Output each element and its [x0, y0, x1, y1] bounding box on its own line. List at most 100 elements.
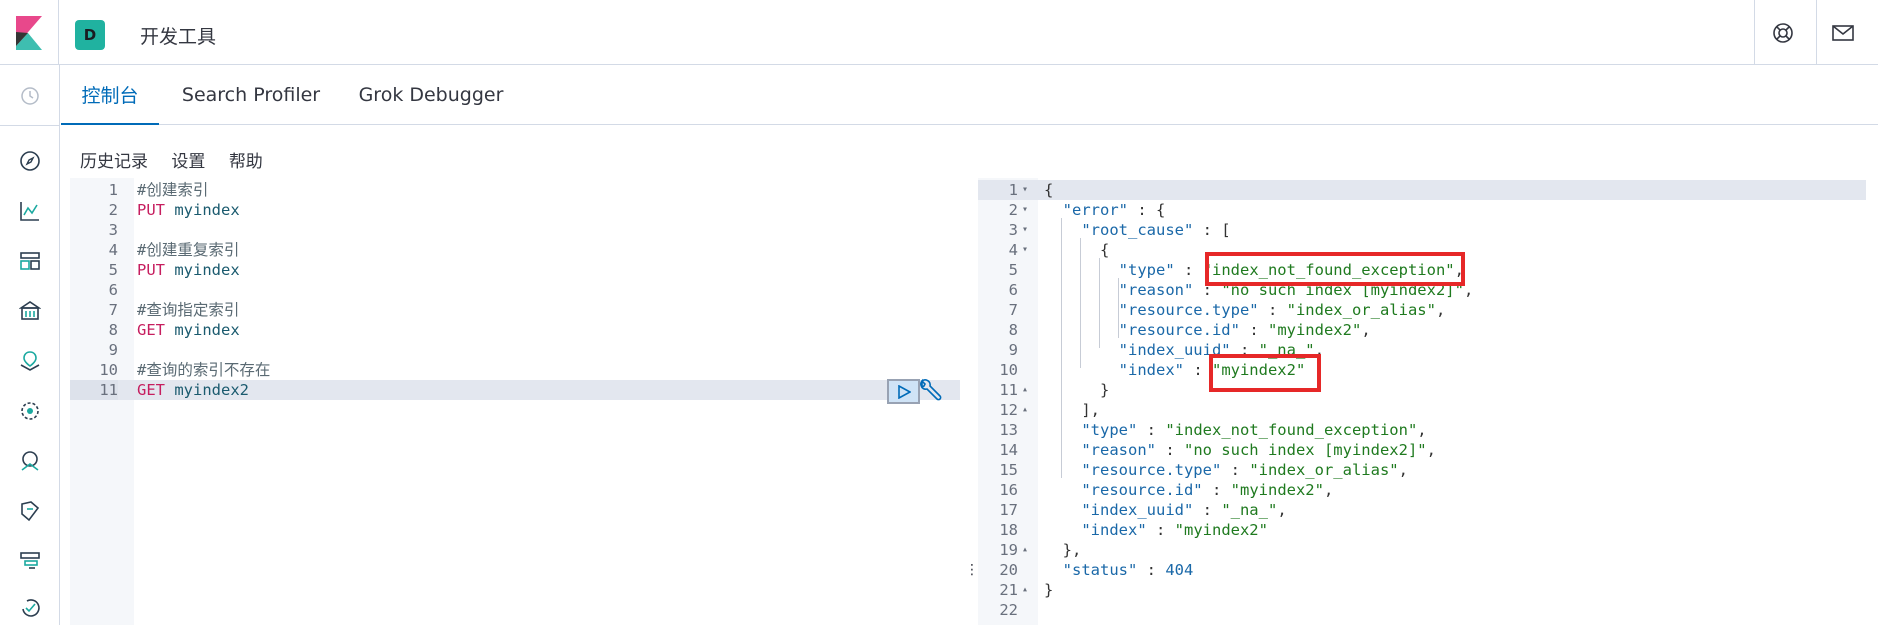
- line-number: 19: [999, 541, 1018, 559]
- fold-toggle-icon[interactable]: ▴: [1022, 380, 1028, 400]
- code-text: PUT myindex: [137, 261, 240, 279]
- response-line: 16 "resource.id" : "myindex2",: [978, 480, 1866, 500]
- response-line: 14 "reason" : "no such index [myindex2]"…: [978, 440, 1866, 460]
- response-line: 5 "type" : "index_not_found_exception",: [978, 260, 1866, 280]
- kibana-logo[interactable]: [16, 16, 42, 50]
- code-text: "resource.id" : "myindex2",: [1118, 321, 1371, 339]
- visualize-chart-icon[interactable]: [17, 198, 43, 224]
- maps-icon[interactable]: [17, 348, 43, 374]
- top-header: D 开发工具: [0, 0, 1878, 65]
- code-text: "type" : "index_not_found_exception",: [1118, 261, 1464, 279]
- infrastructure-icon[interactable]: [17, 448, 43, 474]
- code-text: "resource.id" : "myindex2",: [1081, 481, 1334, 499]
- line-number: 6: [1008, 281, 1018, 299]
- code-text: "resource.type" : "index_or_alias",: [1081, 461, 1408, 479]
- line-number: 3: [1008, 221, 1018, 239]
- apm-icon[interactable]: [17, 548, 43, 574]
- code-text: "resource.type" : "index_or_alias",: [1118, 301, 1446, 319]
- wrench-icon[interactable]: [916, 378, 942, 404]
- play-icon: [897, 384, 911, 399]
- canvas-icon[interactable]: [17, 298, 43, 324]
- discover-compass-icon[interactable]: [17, 148, 43, 174]
- fold-toggle-icon[interactable]: ▾: [1022, 200, 1028, 220]
- mail-icon[interactable]: [1830, 20, 1856, 46]
- logs-icon[interactable]: [17, 498, 43, 524]
- code-text: #创建索引: [137, 181, 209, 199]
- line-number: 12: [999, 401, 1018, 419]
- resize-handle-icon[interactable]: ⋮: [965, 562, 979, 578]
- request-line[interactable]: 7 #查询指定索引: [70, 300, 960, 320]
- line-number: 1: [1008, 181, 1018, 199]
- code-text: "index_uuid" : "_na_",: [1081, 501, 1287, 519]
- code-text: "index_uuid" : "_na_",: [1118, 341, 1324, 359]
- code-text: {: [1044, 181, 1054, 199]
- code-text: "root_cause" : [: [1081, 221, 1231, 239]
- line-number: 18: [999, 521, 1018, 539]
- code-text: GET myindex2: [137, 381, 249, 399]
- line-number: 6: [108, 281, 118, 299]
- history-link[interactable]: 历史记录: [80, 152, 148, 172]
- nav-divider: [0, 125, 60, 126]
- response-line: 21 ▴}: [978, 580, 1866, 600]
- request-line[interactable]: 4 #创建重复索引: [70, 240, 960, 260]
- request-line[interactable]: 8 GET myindex: [70, 320, 960, 340]
- fold-toggle-icon[interactable]: ▴: [1022, 540, 1028, 560]
- response-line: 19 ▴ },: [978, 540, 1866, 560]
- code-text: "reason" : "no such index [myindex2]",: [1081, 441, 1436, 459]
- line-number: 2: [1008, 201, 1018, 219]
- response-line: 10 "index" : "myindex2": [978, 360, 1866, 380]
- request-line[interactable]: 10 #查询的索引不存在: [70, 360, 960, 380]
- fold-toggle-icon[interactable]: ▴: [1022, 580, 1028, 600]
- line-number: 4: [108, 241, 118, 259]
- tab-console[interactable]: 控制台: [61, 65, 159, 125]
- help-link[interactable]: 帮助: [229, 152, 263, 172]
- response-line: 11 ▴ }: [978, 380, 1866, 400]
- line-number: 10: [99, 361, 118, 379]
- header-divider: [1754, 0, 1755, 65]
- fold-toggle-icon[interactable]: ▾: [1022, 180, 1028, 200]
- response-line: 17 "index_uuid" : "_na_",: [978, 500, 1866, 520]
- fold-toggle-icon[interactable]: ▾: [1022, 220, 1028, 240]
- response-line: 3 ▾ "root_cause" : [: [978, 220, 1866, 240]
- tab-search-profiler[interactable]: Search Profiler: [171, 65, 331, 125]
- response-line: 7 "resource.type" : "index_or_alias",: [978, 300, 1866, 320]
- code-text: #创建重复索引: [137, 241, 240, 259]
- line-number: 16: [999, 481, 1018, 499]
- dashboard-icon[interactable]: [17, 248, 43, 274]
- uptime-icon[interactable]: [17, 595, 43, 621]
- line-number: 13: [999, 421, 1018, 439]
- code-text: "error" : {: [1062, 201, 1166, 219]
- line-number: 8: [1008, 321, 1018, 339]
- code-text: "type" : "index_not_found_exception",: [1081, 421, 1427, 439]
- request-line[interactable]: 3: [70, 220, 960, 240]
- response-line: 8 "resource.id" : "myindex2",: [978, 320, 1866, 340]
- fold-toggle-icon[interactable]: ▴: [1022, 400, 1028, 420]
- response-line: 4 ▾ {: [978, 240, 1866, 260]
- response-line: 13 "type" : "index_not_found_exception",: [978, 420, 1866, 440]
- request-editor[interactable]: 1 #创建索引 2 PUT myindex 3 4 #创建重复索引 5 PUT myindex 6…: [70, 178, 960, 625]
- code-text: "reason" : "no such index [myindex2]",: [1118, 281, 1474, 299]
- tab-grok-debugger[interactable]: Grok Debugger: [351, 65, 511, 125]
- request-line[interactable]: 9: [70, 340, 960, 360]
- code-text: "status" : 404: [1062, 561, 1194, 579]
- line-number: 9: [1008, 341, 1018, 359]
- devtools-tabs: 控制台 Search Profiler Grok Debugger: [61, 65, 1878, 125]
- code-text: PUT myindex: [137, 201, 240, 219]
- pane-resizer[interactable]: [965, 178, 973, 625]
- request-line[interactable]: 1 #创建索引: [70, 180, 960, 200]
- line-number: 17: [999, 501, 1018, 519]
- request-line[interactable]: 11 GET myindex2: [70, 380, 960, 400]
- recent-clock-icon[interactable]: [17, 83, 43, 109]
- response-editor: 1 ▾{2 ▾ "error" : {3 ▾ "root_cause" : [4 ▾ {…: [978, 178, 1866, 625]
- request-line[interactable]: 6: [70, 280, 960, 300]
- request-line[interactable]: 2 PUT myindex: [70, 200, 960, 220]
- line-number: 15: [999, 461, 1018, 479]
- space-avatar[interactable]: D: [75, 20, 105, 50]
- fold-toggle-icon[interactable]: ▾: [1022, 240, 1028, 260]
- request-line[interactable]: 5 PUT myindex: [70, 260, 960, 280]
- ml-icon[interactable]: [17, 398, 43, 424]
- settings-link[interactable]: 设置: [171, 152, 205, 172]
- header-divider: [1816, 0, 1817, 65]
- help-lifebuoy-icon[interactable]: [1770, 20, 1796, 46]
- response-line: 20 "status" : 404: [978, 560, 1866, 580]
